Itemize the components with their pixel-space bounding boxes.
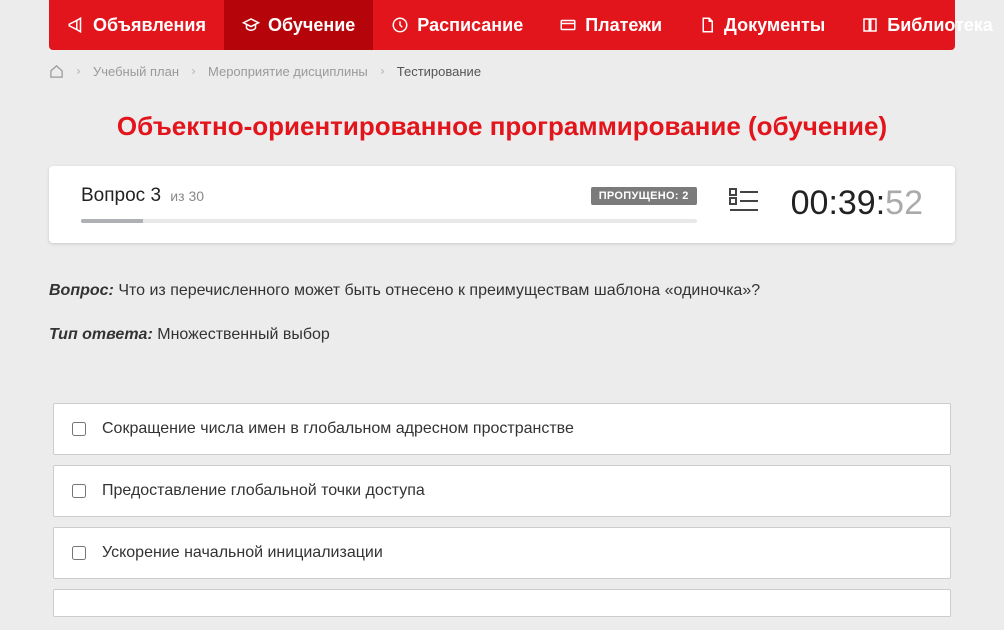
nav-item-label: Документы bbox=[724, 15, 825, 36]
question-counter: Вопрос 3 из 30 bbox=[81, 185, 204, 207]
page-title: Объектно-ориентированное программировани… bbox=[17, 93, 987, 166]
payment-icon bbox=[559, 16, 577, 34]
option-item[interactable]: Ускорение начальной инициализации bbox=[53, 527, 951, 579]
status-card: Вопрос 3 из 30 ПРОПУЩЕНО: 2 00:39:52 bbox=[49, 166, 955, 243]
megaphone-icon bbox=[67, 16, 85, 34]
chevron-right-icon bbox=[189, 67, 198, 76]
question-prompt-text: Что из перечисленного может быть отнесен… bbox=[118, 282, 760, 299]
breadcrumb: Учебный план Мероприятие дисциплины Тест… bbox=[17, 50, 987, 93]
breadcrumb-event[interactable]: Мероприятие дисциплины bbox=[208, 64, 368, 79]
book-icon bbox=[861, 16, 879, 34]
question-prompt-label: Вопрос: bbox=[49, 282, 114, 299]
nav-schedule[interactable]: Расписание bbox=[373, 0, 541, 50]
clock-icon bbox=[391, 16, 409, 34]
nav-library[interactable]: Библиотека bbox=[843, 0, 1004, 50]
education-icon bbox=[242, 16, 260, 34]
option-text: Предоставление глобальной точки доступа bbox=[102, 482, 425, 500]
option-item[interactable]: Предоставление глобальной точки доступа bbox=[53, 465, 951, 517]
progress-bar bbox=[81, 219, 697, 223]
chevron-right-icon bbox=[74, 67, 83, 76]
nav-education[interactable]: Обучение bbox=[224, 0, 373, 50]
home-icon[interactable] bbox=[49, 64, 64, 79]
nav-payments[interactable]: Платежи bbox=[541, 0, 680, 50]
question-number: Вопрос 3 bbox=[81, 185, 161, 206]
option-checkbox[interactable] bbox=[72, 422, 86, 436]
answer-type-label: Тип ответа: bbox=[49, 326, 153, 343]
nav-announcements[interactable]: Объявления bbox=[49, 0, 224, 50]
nav-item-label: Объявления bbox=[93, 15, 206, 36]
option-item[interactable]: Сокращение числа имен в глобальном адрес… bbox=[53, 403, 951, 455]
skipped-badge: ПРОПУЩЕНО: 2 bbox=[591, 187, 697, 205]
main-nav: Объявления Обучение Расписание Платежи Д… bbox=[49, 0, 955, 50]
breadcrumb-curriculum[interactable]: Учебный план bbox=[93, 64, 179, 79]
list-icon bbox=[729, 187, 759, 215]
options-list: Сокращение числа имен в глобальном адрес… bbox=[17, 379, 987, 630]
nav-item-label: Платежи bbox=[585, 15, 662, 36]
breadcrumb-testing: Тестирование bbox=[397, 64, 481, 79]
answer-type-text: Множественный выбор bbox=[157, 326, 330, 343]
document-icon bbox=[698, 16, 716, 34]
nav-item-label: Обучение bbox=[268, 15, 355, 36]
progress-fill bbox=[81, 219, 143, 223]
nav-documents[interactable]: Документы bbox=[680, 0, 843, 50]
timer-min: 00 bbox=[791, 184, 829, 222]
timer-centi: 52 bbox=[885, 184, 923, 222]
option-checkbox[interactable] bbox=[72, 484, 86, 498]
option-checkbox[interactable] bbox=[72, 546, 86, 560]
option-item[interactable] bbox=[53, 589, 951, 617]
nav-item-label: Библиотека bbox=[887, 15, 993, 36]
chevron-right-icon bbox=[378, 67, 387, 76]
question-list-button[interactable] bbox=[721, 187, 767, 220]
option-text: Сокращение числа имен в глобальном адрес… bbox=[102, 420, 574, 438]
nav-item-label: Расписание bbox=[417, 15, 523, 36]
timer: 00:39:52 bbox=[791, 184, 923, 223]
question-block: Вопрос: Что из перечисленного может быть… bbox=[17, 243, 987, 379]
timer-sec: 39 bbox=[838, 184, 876, 222]
option-text: Ускорение начальной инициализации bbox=[102, 544, 383, 562]
